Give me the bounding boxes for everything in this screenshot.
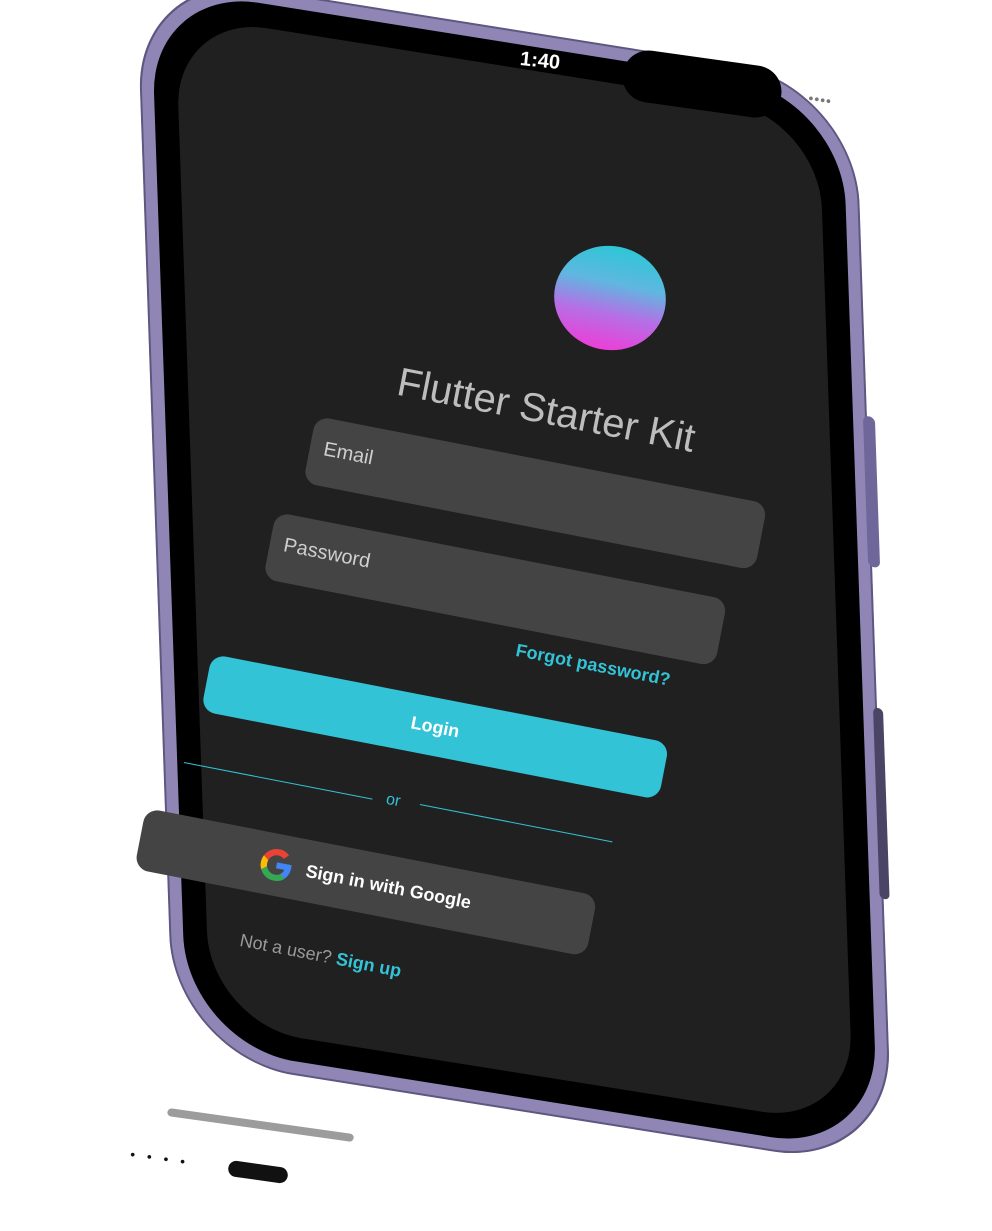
charging-port [227,1159,289,1185]
google-icon [260,848,292,881]
google-button-label: Sign in with Google [304,860,473,913]
password-placeholder: Password [281,534,373,573]
email-placeholder: Email [321,438,376,470]
power-button [862,415,881,569]
home-indicator [166,1108,355,1143]
volume-button [873,707,890,900]
speaker-grille: • • • • [129,1145,191,1171]
status-time: 1:40 [519,47,562,75]
signal-icon: •••• [807,89,834,110]
phone-mockup: 1:40 •••• Flutter Starter Kit Email Pass… [0,0,992,1231]
wifi-icon [842,95,864,112]
login-button-label: Login [409,711,462,741]
battery-icon [872,101,903,120]
